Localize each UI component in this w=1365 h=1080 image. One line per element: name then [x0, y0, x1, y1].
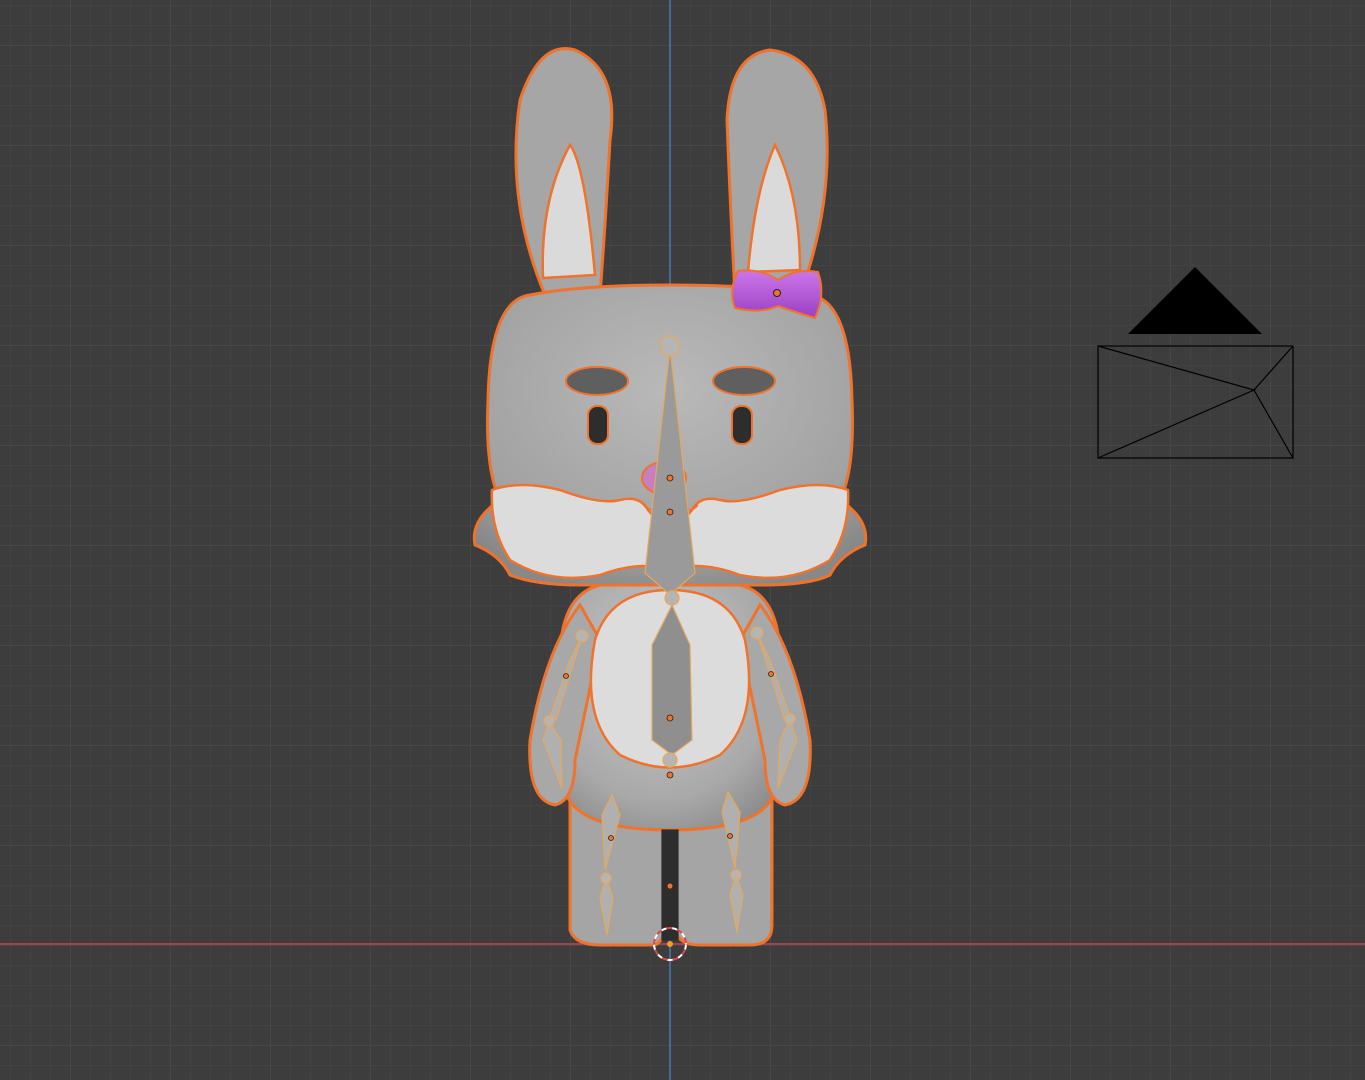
origin-dot-spine: [666, 714, 674, 722]
bone-joint-hip: [662, 752, 678, 768]
left-eyebrow: [565, 366, 629, 396]
camera-frame: [1097, 345, 1294, 459]
3d-cursor-center: [667, 941, 673, 947]
bone-joint-left-elbow: [543, 715, 555, 727]
bone-joint-right-shoulder: [750, 626, 764, 640]
origin-dot-hip: [666, 771, 674, 779]
bone-joint-neck: [664, 590, 680, 606]
bone-joint-right-elbow: [784, 713, 796, 725]
bow-origin-dot: [773, 289, 781, 297]
origin-dot-left-thigh: [608, 835, 614, 841]
bone-joint-left-shoulder: [575, 629, 589, 643]
bone-joint-left-knee: [600, 872, 612, 884]
camera-object[interactable]: [1097, 267, 1294, 459]
left-eye: [587, 405, 609, 445]
origin-dot-left-upper-arm: [563, 673, 569, 679]
origin-dot-head-1: [666, 474, 674, 482]
bone-joint-head-top: [659, 335, 681, 357]
right-eye: [731, 405, 753, 445]
origin-dot-right-upper-arm: [768, 671, 774, 677]
origin-dot-head-2: [666, 508, 674, 516]
origin-dot-right-thigh: [727, 833, 733, 839]
3d-viewport[interactable]: [0, 0, 1365, 1080]
bone-joint-right-knee: [730, 869, 742, 881]
camera-frustum-lines-right: [1253, 345, 1294, 459]
right-eyebrow: [712, 366, 776, 396]
camera-frustum-lines: [1097, 345, 1256, 459]
origin-dot-root: [666, 882, 674, 890]
camera-up-triangle: [1128, 267, 1262, 334]
